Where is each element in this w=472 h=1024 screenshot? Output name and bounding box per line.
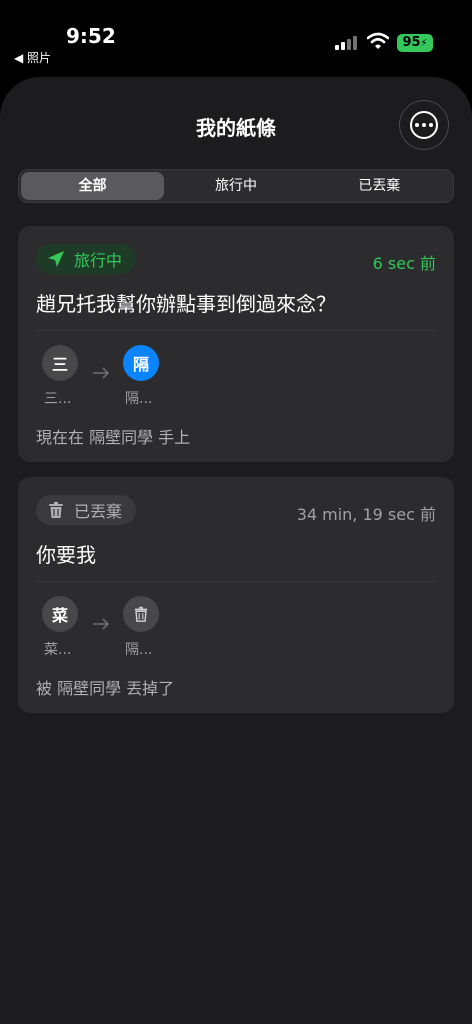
arrow-right-icon (93, 367, 110, 379)
divider (36, 330, 436, 331)
cellular-signal-icon (335, 36, 361, 50)
note-location: 被 隔壁同學 丟掉了 (36, 679, 175, 698)
battery-indicator: 95⚡ (397, 34, 433, 52)
trash-icon (49, 502, 63, 518)
status-badge: 已丟棄 (36, 495, 137, 525)
status-label: 已丟棄 (74, 502, 123, 521)
sender-avatar: 菜 (42, 596, 78, 632)
status-bar: 9:52 ◀ 照片 95⚡ (0, 0, 472, 72)
tab-all[interactable]: 全部 (21, 172, 165, 200)
timestamp: 34 min, 19 sec 前 (296, 505, 436, 524)
back-to-app-link[interactable]: ◀ 照片 (14, 49, 51, 66)
holder-name: 隔... (125, 642, 153, 658)
status-badge: 旅行中 (36, 244, 137, 274)
filter-segmented-control: 全部 旅行中 已丟棄 (18, 169, 454, 203)
holder-avatar: 隔 (123, 345, 159, 381)
divider (36, 581, 436, 582)
tab-discarded[interactable]: 已丟棄 (308, 172, 451, 200)
note-location: 現在在 隔壁同學 手上 (36, 428, 191, 447)
note-card[interactable]: 旅行中 6 sec 前 趙兄托我幫你辦點事到倒過來念？ 三 隔 三... 隔..… (18, 226, 454, 462)
battery-level: 95 (402, 35, 421, 50)
note-message: 你要我 (36, 543, 96, 567)
status-label: 旅行中 (74, 251, 123, 270)
discarded-avatar (123, 596, 159, 632)
note-message: 趙兄托我幫你辦點事到倒過來念？ (36, 292, 336, 316)
sender-name: 菜... (44, 642, 72, 658)
holder-name: 隔... (125, 391, 153, 407)
trash-icon (134, 606, 148, 622)
tab-traveling[interactable]: 旅行中 (164, 172, 307, 200)
sender-avatar: 三 (42, 345, 78, 381)
arrow-right-icon (93, 618, 110, 630)
wifi-icon (367, 32, 389, 49)
paper-plane-icon (48, 251, 64, 267)
status-time: 9:52 (66, 24, 116, 48)
more-options-button[interactable] (399, 100, 449, 150)
timestamp: 6 sec 前 (372, 254, 436, 273)
notes-sheet: 我的紙條 全部 旅行中 已丟棄 旅行中 6 sec 前 趙兄托我幫你辦點事到倒過… (0, 77, 472, 1024)
note-card[interactable]: 已丟棄 34 min, 19 sec 前 你要我 菜 菜... 隔... 被 隔… (18, 477, 454, 713)
ellipsis-circle-icon (410, 111, 438, 139)
sender-name: 三... (44, 391, 72, 407)
